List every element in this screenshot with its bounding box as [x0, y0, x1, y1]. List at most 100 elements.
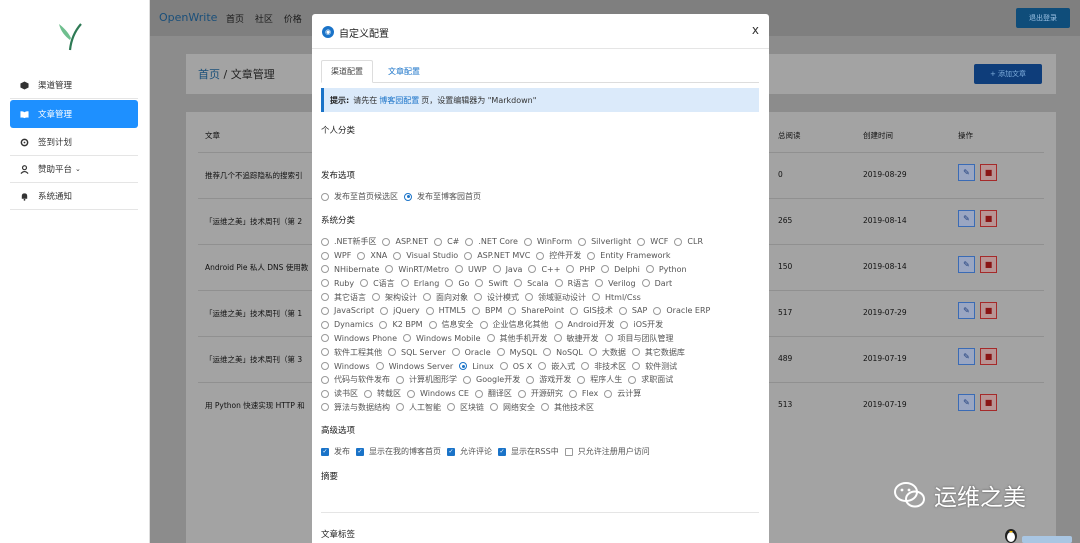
radio-button[interactable] — [451, 348, 460, 357]
radio-button[interactable] — [400, 279, 409, 288]
system-category-option[interactable]: Windows Phone — [321, 334, 397, 343]
radio-button[interactable] — [321, 334, 329, 343]
radio-button[interactable] — [380, 306, 389, 315]
system-category-option[interactable]: NoSQL — [543, 348, 583, 357]
system-category-option[interactable]: 区块链 — [447, 402, 484, 413]
advanced-checkbox-option[interactable]: 只允许注册用户访问 — [564, 446, 650, 457]
sidebar-item-checkin-plan[interactable]: 签到计划 — [10, 129, 138, 156]
system-category-option[interactable]: 翻译区 — [474, 388, 512, 399]
radio-button[interactable] — [592, 293, 600, 302]
system-category-option[interactable]: ASP.NET — [382, 237, 428, 246]
article-title[interactable]: 推荐几个不追踪隐私的搜索引 — [205, 170, 303, 181]
radio-button[interactable] — [674, 237, 683, 246]
radio-button[interactable] — [496, 348, 505, 357]
radio-button[interactable] — [538, 362, 547, 371]
radio-button[interactable] — [321, 265, 329, 274]
delete-button[interactable]: ■ — [980, 256, 997, 273]
system-category-option[interactable]: BPM — [472, 306, 502, 315]
radio-button[interactable] — [536, 251, 545, 260]
radio-button[interactable] — [554, 320, 563, 329]
system-category-option[interactable]: WinForm — [523, 237, 572, 246]
checkbox[interactable]: ✓ — [356, 447, 364, 456]
system-category-option[interactable]: 人工智能 — [396, 402, 441, 413]
radio-button[interactable] — [492, 265, 501, 274]
radio-button[interactable] — [604, 389, 613, 398]
radio-button[interactable] — [486, 334, 495, 343]
system-category-option[interactable]: Html/Css — [592, 293, 641, 302]
radio-button[interactable] — [620, 320, 629, 329]
system-category-option[interactable]: Dynamics — [321, 320, 373, 329]
radio-button[interactable] — [396, 375, 404, 384]
system-category-option[interactable]: WPF — [321, 251, 351, 260]
system-category-option[interactable]: 其它语言 — [321, 292, 366, 303]
radio-button[interactable] — [364, 389, 372, 398]
radio-button[interactable] — [379, 320, 388, 329]
radio-button[interactable] — [321, 320, 329, 329]
logout-button[interactable]: 退出登录 — [1016, 8, 1070, 28]
radio-button[interactable] — [404, 192, 412, 201]
article-title[interactable]: 「运维之美」技术周刊（第 1 — [205, 308, 302, 319]
radio-button[interactable] — [554, 279, 563, 288]
radio-button[interactable] — [321, 389, 329, 398]
system-category-option[interactable]: Ruby — [321, 279, 354, 288]
publish-radio-option[interactable]: 发布至博客园首页 — [404, 191, 481, 202]
radio-button[interactable] — [595, 279, 604, 288]
advanced-checkbox-option[interactable]: ✓ 发布 — [321, 446, 350, 457]
system-category-option[interactable]: jQuery — [380, 306, 420, 315]
system-category-option[interactable]: Visual Studio — [393, 251, 458, 260]
radio-button[interactable] — [601, 265, 610, 274]
radio-button[interactable] — [464, 251, 473, 260]
article-title[interactable]: 用 Python 快速实现 HTTP 和 — [205, 400, 305, 411]
radio-button[interactable] — [360, 279, 369, 288]
radio-button[interactable] — [447, 403, 455, 412]
radio-button[interactable] — [514, 279, 523, 288]
system-category-option[interactable]: 架构设计 — [372, 292, 417, 303]
system-category-option[interactable]: 企业信息化其他 — [479, 319, 549, 330]
radio-button[interactable] — [604, 334, 613, 343]
radio-button[interactable] — [407, 389, 415, 398]
system-category-option[interactable]: Windows CE — [407, 389, 469, 398]
radio-button[interactable] — [526, 375, 535, 384]
system-category-option[interactable]: Android开发 — [554, 319, 614, 330]
system-category-option[interactable]: 程序人生 — [577, 374, 622, 385]
radio-button[interactable] — [459, 362, 468, 371]
checkbox[interactable]: ✓ — [321, 447, 329, 456]
radio-button[interactable] — [508, 306, 517, 315]
system-category-option[interactable]: 代码与软件发布 — [321, 374, 390, 385]
system-category-option[interactable]: Go — [445, 279, 469, 288]
system-category-option[interactable]: 其他技术区 — [541, 402, 594, 413]
breadcrumb-home[interactable]: 首页 — [198, 68, 220, 81]
system-category-option[interactable]: C++ — [528, 265, 560, 274]
radio-button[interactable] — [568, 389, 577, 398]
system-category-option[interactable]: ASP.NET MVC — [464, 251, 530, 260]
advanced-checkbox-option[interactable]: ✓ 允许评论 — [447, 446, 492, 457]
system-category-option[interactable]: MySQL — [496, 348, 537, 357]
tip-link[interactable]: 博客园配置 — [379, 95, 419, 106]
edit-button[interactable]: ✎ — [958, 210, 975, 227]
system-category-option[interactable]: 非技术区 — [581, 361, 626, 372]
radio-button[interactable] — [490, 403, 498, 412]
checkbox[interactable] — [564, 447, 573, 456]
radio-button[interactable] — [653, 306, 662, 315]
radio-button[interactable] — [465, 237, 474, 246]
edit-button[interactable]: ✎ — [958, 394, 975, 411]
system-category-option[interactable]: Java — [492, 265, 522, 274]
radio-button[interactable] — [631, 348, 640, 357]
system-category-option[interactable]: Windows Mobile — [403, 334, 481, 343]
sidebar-item-article-management[interactable]: 文章管理 — [10, 100, 138, 128]
edit-button[interactable]: ✎ — [958, 164, 975, 181]
radio-button[interactable] — [321, 362, 329, 371]
radio-button[interactable] — [577, 375, 586, 384]
radio-button[interactable] — [434, 237, 443, 246]
article-title[interactable]: Android Pie 私人 DNS 使用教 — [205, 262, 308, 273]
system-category-option[interactable]: JavaScript — [321, 306, 374, 315]
advanced-checkbox-option[interactable]: ✓ 显示在RSS中 — [498, 446, 559, 457]
delete-button[interactable]: ■ — [980, 348, 997, 365]
radio-button[interactable] — [357, 251, 366, 260]
system-category-option[interactable]: 设计模式 — [474, 292, 519, 303]
system-category-option[interactable]: NHibernate — [321, 265, 379, 274]
system-category-option[interactable]: 控件开发 — [536, 250, 581, 261]
system-category-option[interactable]: 领域驱动设计 — [525, 292, 586, 303]
edit-button[interactable]: ✎ — [958, 302, 975, 319]
system-category-option[interactable]: 云计算 — [604, 388, 641, 399]
